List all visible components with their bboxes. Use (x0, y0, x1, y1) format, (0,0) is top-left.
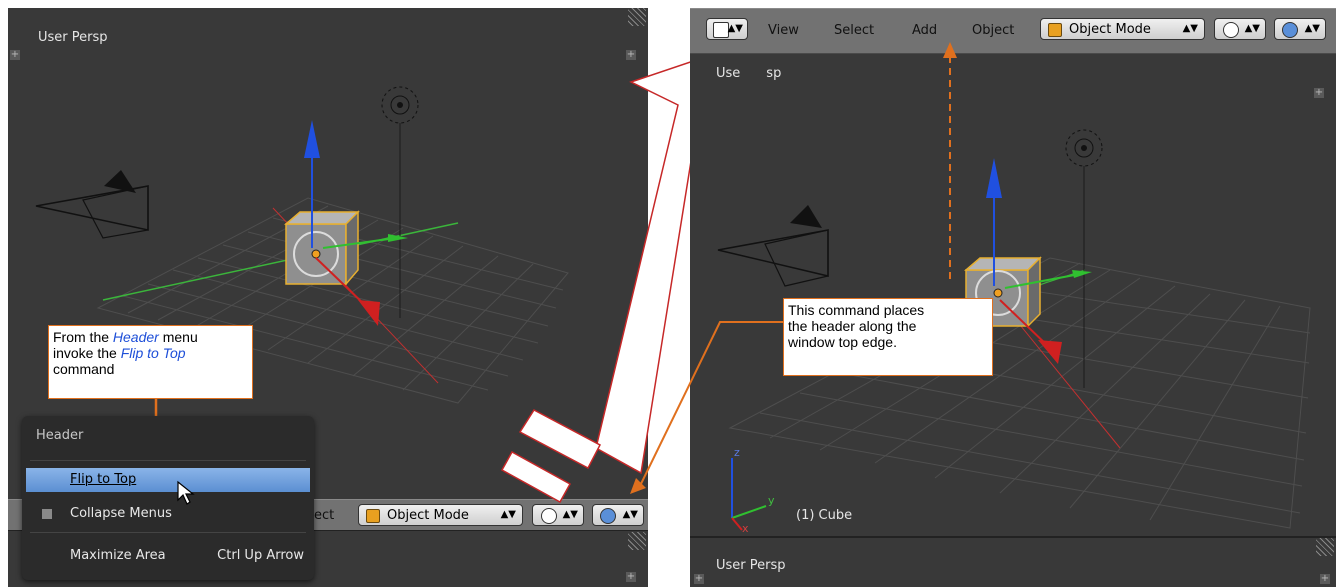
instruction-callout-left: From the Header menu invoke the Flip to … (48, 325, 253, 399)
dropdown-arrows-icon: ▲▼ (1182, 23, 1198, 34)
callout-emphasis: Header (112, 329, 159, 345)
pivot-icon (1282, 22, 1298, 38)
mode-dropdown-label: Object Mode (387, 508, 469, 523)
menu-add[interactable]: Add (912, 23, 937, 38)
cube-editor-icon (713, 22, 729, 38)
solid-shading-icon (1223, 22, 1239, 38)
menu-item-maximize-area[interactable]: Maximize Area Ctrl Up Arrow (26, 544, 310, 568)
menu-item-collapse-menus[interactable]: Collapse Menus (26, 502, 310, 526)
header-move-arrow (943, 42, 957, 283)
menu-select[interactable]: Select (834, 23, 874, 38)
mouse-cursor-icon (177, 480, 195, 505)
mode-dropdown-label: Object Mode (1069, 22, 1151, 37)
shading-dropdown[interactable]: ▲▼ (1214, 18, 1266, 40)
area-split-plus-icon[interactable]: + (694, 574, 704, 584)
cube-mode-icon (1048, 23, 1062, 37)
pivot-dropdown[interactable]: ▲▼ (1274, 18, 1326, 40)
menu-title: Header (36, 428, 84, 443)
dropdown-arrows-icon: ▲▼ (727, 23, 743, 34)
viewport-persp-label-partial: Use sp (716, 66, 782, 81)
area-split-plus-icon[interactable]: + (626, 572, 636, 582)
editor-type-dropdown[interactable]: ▲▼ (706, 18, 748, 40)
mode-dropdown[interactable]: Object Mode ▲▼ (1040, 18, 1205, 40)
header-context-menu: Header Flip to Top Collapse Menus Maximi… (22, 416, 314, 580)
axis-x-label: x (742, 522, 749, 535)
callout-leader-line (630, 321, 784, 494)
menu-object[interactable]: Object (972, 23, 1014, 38)
dropdown-arrows-icon: ▲▼ (1244, 23, 1260, 34)
menu-item-shortcut: Ctrl Up Arrow (217, 548, 304, 563)
menu-item-label: Collapse Menus (70, 506, 172, 521)
menu-select[interactable]: ect (314, 508, 334, 523)
lower-area[interactable] (690, 536, 1336, 587)
active-object-label: (1) Cube (796, 508, 853, 523)
menu-view[interactable]: View (768, 23, 799, 38)
callout-emphasis: Flip to Top (120, 345, 186, 361)
cube-mode-icon (366, 509, 380, 523)
instruction-callout-right: This command places the header along the… (783, 298, 993, 376)
dropdown-arrows-icon: ▲▼ (1304, 23, 1320, 34)
viewport-header-bar-top: ▲▼ View Select Add Object Object Mode ▲▼… (690, 8, 1336, 54)
menu-item-flip-to-top[interactable]: Flip to Top (26, 468, 310, 492)
lower-area-persp-label: User Persp (716, 558, 786, 573)
menu-divider (30, 532, 306, 533)
checkbox-icon (42, 509, 52, 519)
area-corner-grip-icon[interactable] (1316, 538, 1334, 556)
area-split-plus-icon[interactable]: + (1320, 574, 1330, 584)
menu-divider (30, 460, 306, 461)
area-split-plus-icon[interactable]: + (10, 50, 20, 60)
area-split-plus-icon[interactable]: + (1314, 88, 1324, 98)
viewport-persp-label: User Persp (38, 30, 108, 45)
menu-item-label: Maximize Area (70, 548, 166, 563)
menu-item-label: Flip to Top (70, 472, 137, 487)
